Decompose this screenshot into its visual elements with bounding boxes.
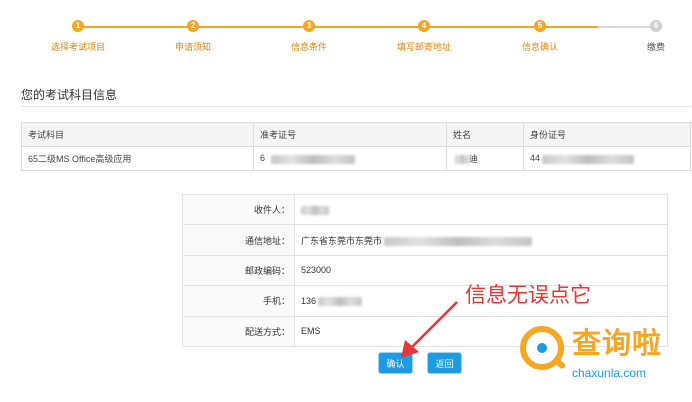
redacted-recipient bbox=[301, 205, 329, 215]
step-1-dot: 1 bbox=[72, 20, 84, 32]
col-exam-id: 准考证号 bbox=[253, 122, 447, 147]
step-5: 5 信息确认 bbox=[490, 20, 590, 53]
subject-table: 考试科目 准考证号 姓名 身份证号 65二级MS Office高级应用 6 迪 … bbox=[21, 122, 691, 171]
section-divider bbox=[21, 106, 691, 107]
step-3-dot: 3 bbox=[303, 20, 315, 32]
recipient-value bbox=[294, 193, 668, 226]
progress-steps: 1 选择考试项目 2 申请须知 3 信息条件 4 填写邮寄地址 5 信息确认 6… bbox=[0, 0, 692, 60]
address-row-address: 通信地址： 广东省东莞市东莞市 bbox=[182, 224, 668, 256]
step-2: 2 申请须知 bbox=[143, 20, 243, 53]
step-4: 4 填写邮寄地址 bbox=[374, 20, 474, 53]
exam-id-value: 6 bbox=[260, 153, 266, 164]
step-3-label: 信息条件 bbox=[290, 42, 327, 52]
redacted-id-number bbox=[542, 154, 635, 164]
cell-id-number: 44 bbox=[523, 146, 691, 171]
address-label: 通信地址： bbox=[182, 224, 295, 256]
redacted-name bbox=[455, 155, 469, 165]
step-6-dot: 6 bbox=[650, 20, 662, 32]
cell-exam-id: 6 bbox=[253, 146, 447, 171]
subject-table-header: 考试科目 准考证号 姓名 身份证号 bbox=[21, 122, 691, 147]
watermark-logo: 查询啦 chaxunla.com bbox=[520, 318, 688, 384]
redacted-phone bbox=[318, 296, 363, 306]
name-value: 迪 bbox=[469, 154, 479, 164]
cell-subject: 65二级MS Office高级应用 bbox=[21, 146, 254, 171]
step-1-label: 选择考试项目 bbox=[50, 42, 105, 52]
redacted-address bbox=[384, 236, 533, 246]
redacted-exam-id bbox=[271, 154, 356, 164]
phone-label: 手机： bbox=[182, 285, 295, 317]
step-4-dot: 4 bbox=[418, 20, 430, 32]
recipient-label: 收件人： bbox=[182, 193, 295, 226]
col-name: 姓名 bbox=[446, 122, 524, 147]
phone-text: 136 bbox=[301, 295, 317, 306]
col-subject: 考试科目 bbox=[21, 122, 254, 147]
id-number-value: 44 bbox=[530, 153, 541, 164]
step-2-dot: 2 bbox=[187, 20, 199, 32]
watermark-name: 查询啦 bbox=[572, 326, 663, 360]
step-4-label: 填写邮寄地址 bbox=[396, 42, 451, 52]
address-row-postcode: 邮政编码： 523000 bbox=[182, 254, 668, 287]
step-6-label: 缴费 bbox=[646, 42, 665, 52]
postcode-label: 邮政编码： bbox=[182, 254, 295, 287]
annotation-arrow-icon bbox=[401, 301, 458, 358]
step-1: 1 选择考试项目 bbox=[28, 20, 128, 53]
col-id-number: 身份证号 bbox=[523, 122, 691, 147]
magnifier-handle bbox=[551, 356, 567, 370]
address-value: 广东省东莞市东莞市 bbox=[294, 224, 668, 256]
step-3: 3 信息条件 bbox=[259, 20, 359, 53]
annotation-text: 信息无误点它 bbox=[465, 283, 591, 307]
delivery-label: 配送方式： bbox=[182, 315, 295, 347]
step-5-label: 信息确认 bbox=[521, 42, 558, 52]
table-row: 65二级MS Office高级应用 6 迪 44 bbox=[21, 146, 691, 171]
address-text: 广东省东莞市东莞市 bbox=[301, 235, 383, 246]
step-2-label: 申请须知 bbox=[174, 42, 211, 52]
cell-name: 迪 bbox=[446, 146, 524, 171]
subject-section-title: 您的考试科目信息 bbox=[21, 88, 118, 102]
step-5-dot: 5 bbox=[534, 20, 546, 32]
step-6: 6 缴费 bbox=[606, 20, 692, 53]
address-row-recipient: 收件人： bbox=[182, 193, 668, 226]
watermark-url: chaxunla.com bbox=[572, 366, 647, 380]
